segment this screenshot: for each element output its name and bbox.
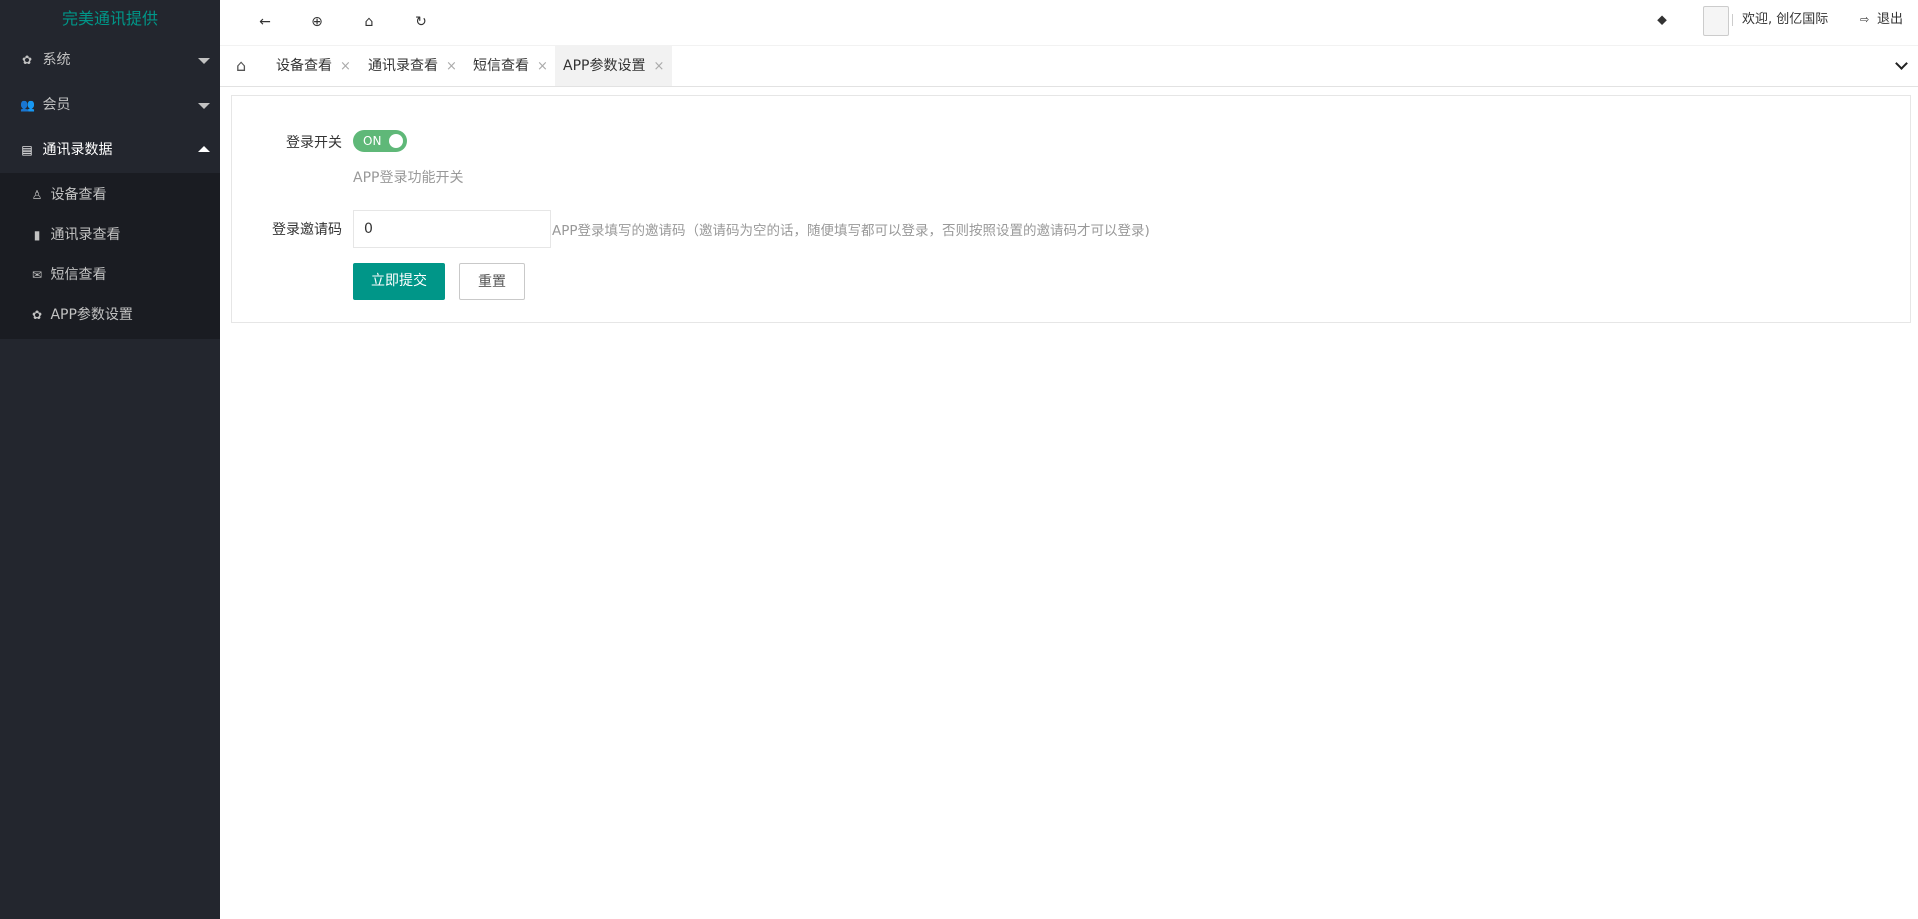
caret-up-icon: [198, 146, 210, 152]
avatar[interactable]: [1703, 6, 1729, 36]
sidebar-subnav: ♙ 设备查看 ▮ 通讯录查看 ✉ 短信查看 ✿ APP参数设置: [0, 173, 220, 339]
settings-form: 登录开关 ON APP登录功能开关 登录邀请码 APP登录填写的邀请码（邀请码为…: [231, 95, 1911, 323]
tab-label: 通讯录查看: [368, 58, 438, 74]
sidebar-item-members[interactable]: 👥 会员: [0, 83, 220, 128]
welcome-text[interactable]: 欢迎, 创亿国际: [1742, 0, 1828, 40]
envelope-icon: ✉: [31, 268, 43, 282]
user-outline-icon: ♙: [31, 188, 43, 202]
tab-sms-view[interactable]: 短信查看 ×: [465, 46, 556, 86]
invite-code-label: 登录邀请码: [272, 222, 342, 238]
back-icon[interactable]: ←: [253, 10, 277, 34]
bank-icon[interactable]: ⌂: [357, 10, 381, 34]
close-icon[interactable]: ×: [446, 59, 457, 74]
login-switch-toggle[interactable]: ON: [353, 130, 407, 152]
tag-icon[interactable]: ⬥: [1650, 8, 1674, 32]
gear-icon: ✿: [21, 53, 33, 67]
sidebar-item-label: 短信查看: [50, 267, 107, 283]
tab-app-settings[interactable]: APP参数设置 ×: [555, 46, 673, 86]
sidebar-item-label: 通讯录查看: [50, 227, 121, 243]
caret-down-icon: [198, 103, 210, 109]
tab-label: 短信查看: [473, 58, 529, 74]
sidebar-item-device-view[interactable]: ♙ 设备查看: [0, 175, 220, 215]
invite-code-input[interactable]: [353, 210, 551, 248]
app-logo: 完美通讯提供: [61, 9, 158, 28]
fullscreen-icon[interactable]: ⊕: [305, 10, 329, 34]
sidebar-item-label: APP参数设置: [50, 307, 133, 323]
sidebar-item-label: 会员: [42, 97, 71, 113]
logout-icon[interactable]: ⇨: [1860, 0, 1869, 40]
id-card-icon: ▤: [21, 143, 33, 157]
users-icon: 👥: [20, 98, 35, 112]
top-header: ← ⊕ ⌂ ↻ ⬥ 欢迎, 创亿国际 ⇨ 退出: [220, 0, 1918, 46]
divider: [1732, 14, 1733, 26]
book-icon: ▮: [33, 228, 41, 242]
refresh-icon[interactable]: ↻: [409, 10, 433, 34]
chevron-down-icon[interactable]: [1895, 58, 1909, 72]
sidebar-item-label: 系统: [42, 52, 71, 68]
switch-knob: [389, 134, 403, 148]
close-icon[interactable]: ×: [653, 59, 664, 74]
switch-state: ON: [363, 134, 382, 148]
submit-button[interactable]: 立即提交: [353, 263, 445, 300]
close-icon[interactable]: ×: [537, 59, 548, 74]
login-switch-label: 登录开关: [286, 135, 342, 151]
sidebar-item-label: 通讯录数据: [42, 142, 113, 158]
sidebar-item-sms-view[interactable]: ✉ 短信查看: [0, 255, 220, 295]
logout-link[interactable]: 退出: [1877, 0, 1903, 40]
tab-device-view[interactable]: 设备查看 ×: [268, 46, 359, 86]
sidebar-item-label: 设备查看: [50, 187, 107, 203]
sidebar: 完美通讯提供 ✿ 系统 👥 会员 ▤ 通讯录数据 ♙ 设备查看 ▮ 通讯录查看 …: [0, 0, 220, 919]
caret-down-icon: [198, 58, 210, 64]
sidebar-item-system[interactable]: ✿ 系统: [0, 38, 220, 83]
home-icon[interactable]: ⌂: [236, 56, 246, 75]
tab-contacts-view[interactable]: 通讯录查看 ×: [360, 46, 465, 86]
close-icon[interactable]: ×: [340, 59, 351, 74]
tab-label: APP参数设置: [563, 58, 646, 74]
gear-icon: ✿: [31, 308, 43, 322]
invite-code-help: APP登录填写的邀请码（邀请码为空的话，随便填写都可以登录，否则按照设置的邀请码…: [552, 223, 1150, 239]
reset-button[interactable]: 重置: [459, 263, 525, 300]
tab-bar: ⌂ 设备查看 × 通讯录查看 × 短信查看 × APP参数设置 ×: [220, 46, 1918, 87]
login-switch-help: APP登录功能开关: [353, 170, 464, 186]
sidebar-item-contacts-data[interactable]: ▤ 通讯录数据: [0, 128, 220, 173]
tab-label: 设备查看: [276, 58, 332, 74]
sidebar-item-app-settings[interactable]: ✿ APP参数设置: [0, 295, 220, 335]
sidebar-item-contacts-view[interactable]: ▮ 通讯录查看: [0, 215, 220, 255]
